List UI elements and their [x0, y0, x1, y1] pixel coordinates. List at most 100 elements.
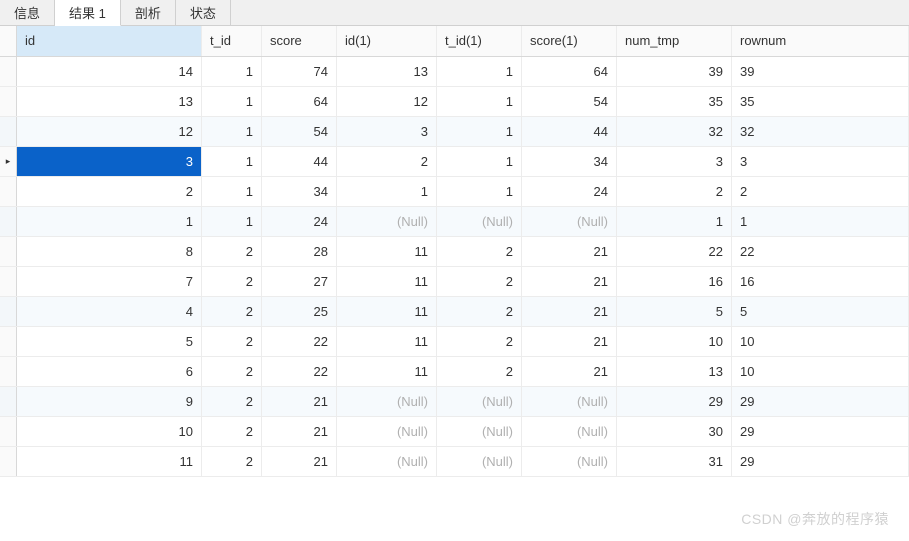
cell-t_id[interactable]: 1 [202, 146, 262, 176]
table-row[interactable]: 7227112211616 [0, 266, 909, 296]
cell-num_tmp[interactable]: 35 [617, 86, 732, 116]
cell-score1[interactable]: 44 [522, 116, 617, 146]
cell-id1[interactable]: 11 [337, 326, 437, 356]
cell-num_tmp[interactable]: 31 [617, 446, 732, 476]
cell-id1[interactable]: 1 [337, 176, 437, 206]
row-gutter[interactable] [0, 116, 17, 146]
tab-1[interactable]: 结果 1 [55, 0, 121, 26]
tab-0[interactable]: 信息 [0, 0, 55, 25]
cell-score[interactable]: 27 [262, 266, 337, 296]
row-gutter[interactable] [0, 146, 17, 176]
cell-id[interactable]: 6 [17, 356, 202, 386]
cell-rownum[interactable]: 2 [732, 176, 909, 206]
cell-score[interactable]: 74 [262, 56, 337, 86]
row-gutter[interactable] [0, 386, 17, 416]
cell-t_id1[interactable]: 2 [437, 356, 522, 386]
row-gutter[interactable] [0, 86, 17, 116]
cell-id1[interactable]: 12 [337, 86, 437, 116]
cell-num_tmp[interactable]: 29 [617, 386, 732, 416]
cell-rownum[interactable]: 35 [732, 86, 909, 116]
cell-score1[interactable]: 21 [522, 266, 617, 296]
cell-rownum[interactable]: 1 [732, 206, 909, 236]
cell-score[interactable]: 22 [262, 356, 337, 386]
cell-t_id[interactable]: 2 [202, 296, 262, 326]
cell-t_id1[interactable]: 1 [437, 176, 522, 206]
cell-id[interactable]: 10 [17, 416, 202, 446]
cell-t_id1[interactable]: 2 [437, 296, 522, 326]
cell-num_tmp[interactable]: 2 [617, 176, 732, 206]
cell-t_id[interactable]: 1 [202, 176, 262, 206]
cell-t_id1[interactable]: 1 [437, 116, 522, 146]
cell-id1[interactable]: 2 [337, 146, 437, 176]
cell-rownum[interactable]: 29 [732, 386, 909, 416]
cell-id[interactable]: 7 [17, 266, 202, 296]
row-gutter[interactable] [0, 326, 17, 356]
cell-id1[interactable]: (Null) [337, 206, 437, 236]
cell-num_tmp[interactable]: 3 [617, 146, 732, 176]
cell-num_tmp[interactable]: 30 [617, 416, 732, 446]
cell-t_id[interactable]: 2 [202, 356, 262, 386]
cell-t_id[interactable]: 1 [202, 206, 262, 236]
cell-id1[interactable]: 11 [337, 266, 437, 296]
cell-id[interactable]: 1 [17, 206, 202, 236]
cell-num_tmp[interactable]: 13 [617, 356, 732, 386]
column-header-score(1)[interactable]: score(1) [522, 26, 617, 56]
table-row[interactable]: 14174131643939 [0, 56, 909, 86]
cell-id[interactable]: 14 [17, 56, 202, 86]
cell-score1[interactable]: (Null) [522, 386, 617, 416]
cell-num_tmp[interactable]: 22 [617, 236, 732, 266]
cell-score[interactable]: 28 [262, 236, 337, 266]
cell-t_id[interactable]: 2 [202, 266, 262, 296]
cell-rownum[interactable]: 10 [732, 326, 909, 356]
cell-score[interactable]: 25 [262, 296, 337, 326]
column-header-rownum[interactable]: rownum [732, 26, 909, 56]
cell-id[interactable]: 9 [17, 386, 202, 416]
row-gutter[interactable] [0, 236, 17, 266]
cell-t_id[interactable]: 2 [202, 326, 262, 356]
cell-score1[interactable]: (Null) [522, 206, 617, 236]
cell-id[interactable]: 12 [17, 116, 202, 146]
cell-id1[interactable]: 11 [337, 356, 437, 386]
cell-t_id[interactable]: 2 [202, 416, 262, 446]
cell-t_id1[interactable]: 1 [437, 86, 522, 116]
cell-id1[interactable]: (Null) [337, 386, 437, 416]
table-row[interactable]: 1124(Null)(Null)(Null)11 [0, 206, 909, 236]
cell-num_tmp[interactable]: 39 [617, 56, 732, 86]
cell-t_id1[interactable]: 2 [437, 266, 522, 296]
cell-t_id1[interactable]: 2 [437, 236, 522, 266]
cell-t_id[interactable]: 2 [202, 446, 262, 476]
table-row[interactable]: 42251122155 [0, 296, 909, 326]
cell-num_tmp[interactable]: 32 [617, 116, 732, 146]
cell-id1[interactable]: 13 [337, 56, 437, 86]
cell-id[interactable]: 3 [17, 146, 202, 176]
cell-score[interactable]: 22 [262, 326, 337, 356]
cell-id[interactable]: 13 [17, 86, 202, 116]
cell-score1[interactable]: 21 [522, 236, 617, 266]
row-gutter[interactable] [0, 266, 17, 296]
cell-rownum[interactable]: 39 [732, 56, 909, 86]
row-gutter[interactable] [0, 206, 17, 236]
cell-t_id1[interactable]: (Null) [437, 386, 522, 416]
cell-id[interactable]: 4 [17, 296, 202, 326]
cell-score1[interactable]: 64 [522, 56, 617, 86]
column-header-id[interactable]: id [17, 26, 202, 56]
cell-t_id[interactable]: 1 [202, 56, 262, 86]
cell-rownum[interactable]: 22 [732, 236, 909, 266]
cell-score1[interactable]: 21 [522, 296, 617, 326]
cell-t_id1[interactable]: 1 [437, 146, 522, 176]
cell-rownum[interactable]: 16 [732, 266, 909, 296]
cell-t_id1[interactable]: 1 [437, 56, 522, 86]
row-gutter[interactable] [0, 416, 17, 446]
cell-id[interactable]: 2 [17, 176, 202, 206]
row-gutter[interactable] [0, 176, 17, 206]
cell-score[interactable]: 64 [262, 86, 337, 116]
cell-t_id1[interactable]: (Null) [437, 416, 522, 446]
column-header-t_id[interactable]: t_id [202, 26, 262, 56]
cell-score1[interactable]: 24 [522, 176, 617, 206]
cell-t_id[interactable]: 2 [202, 236, 262, 266]
cell-score[interactable]: 24 [262, 206, 337, 236]
cell-rownum[interactable]: 29 [732, 416, 909, 446]
cell-id1[interactable]: (Null) [337, 416, 437, 446]
table-row[interactable]: 3144213433 [0, 146, 909, 176]
tab-3[interactable]: 状态 [176, 0, 231, 25]
